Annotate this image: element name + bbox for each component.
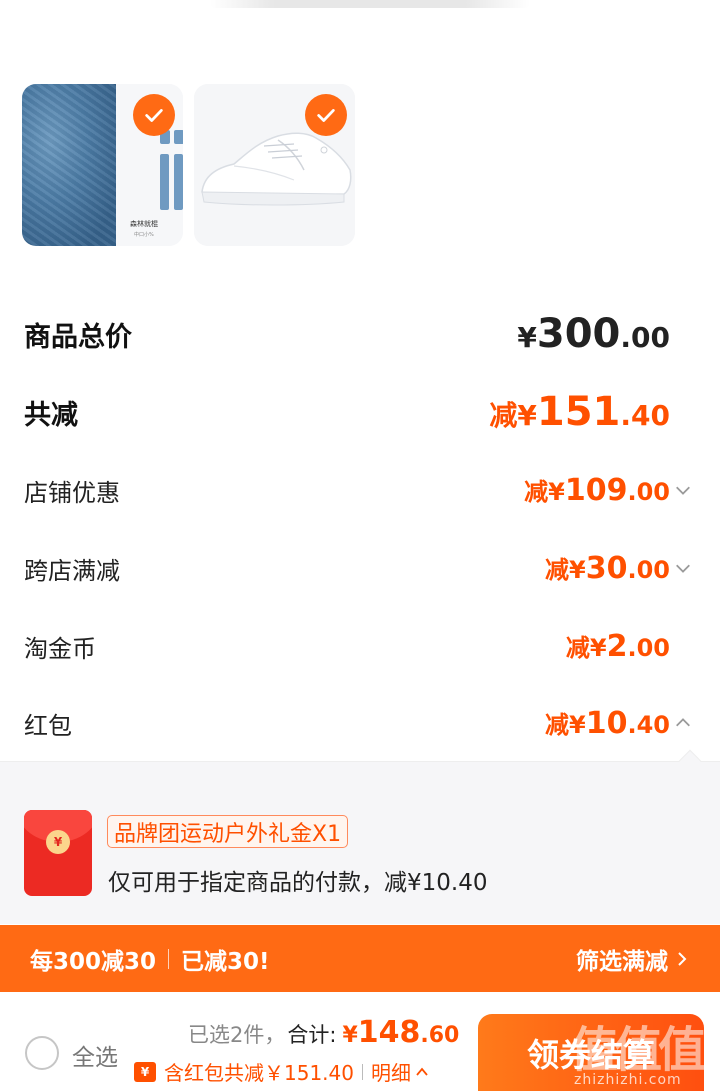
selected-check-icon[interactable] <box>305 94 347 136</box>
discount-text: 含红包共减￥151.40 <box>164 1061 354 1085</box>
taojinbi-value: 减¥2.00 <box>565 629 670 664</box>
total-price-value: ¥300.00 <box>517 311 670 357</box>
chevron-right-icon <box>678 951 687 966</box>
shop-discount-value: 减¥109.00 <box>524 473 670 508</box>
taojinbi-label: 淘金币 <box>24 634 96 663</box>
promo-status: 已减30! <box>181 948 270 975</box>
discount-summary: ¥ 含红包共减￥151.40 明细 <box>134 1057 429 1086</box>
coupon-icon: ¥ <box>134 1061 156 1082</box>
checkout-button[interactable]: 领券结算 <box>478 1014 704 1091</box>
hongbao-value: 减¥10.40 <box>545 706 670 741</box>
hongbao-detail-panel: ¥ 品牌团运动户外礼金X1 仅可用于指定商品的付款，减¥10.40 <box>0 749 720 924</box>
row-total-price: 商品总价 ¥300.00 <box>24 311 696 357</box>
total-label: 合计: <box>287 1023 337 1047</box>
selected-count: 已选2件， <box>188 1023 286 1047</box>
red-packet-icon: ¥ <box>24 810 92 896</box>
total-reduce-value: 减¥151.40 <box>489 389 670 435</box>
product-thumb-jeans[interactable]: 森林就棍 中口小% <box>22 84 183 246</box>
shop-discount-label: 店铺优惠 <box>24 478 120 507</box>
chevron-up-icon[interactable] <box>670 710 696 736</box>
order-summary: 已选2件， 合计: ¥148.60 <box>188 1015 459 1050</box>
row-shop-discount[interactable]: 店铺优惠 减¥109.00 <box>24 470 696 510</box>
product-subcaption: 中口小% <box>134 232 154 238</box>
cross-discount-label: 跨店满减 <box>24 556 120 585</box>
total-reduce-label: 共减 <box>24 399 78 431</box>
hongbao-description: 仅可用于指定商品的付款，减¥10.40 <box>108 870 488 896</box>
denim-fabric-image <box>22 84 116 246</box>
row-total-reduce: 共减 减¥151.40 <box>24 389 696 435</box>
hongbao-tag: 品牌团运动户外礼金X1 <box>107 815 349 848</box>
promo-banner: 每300减30 已减30! 筛选满减 <box>0 925 720 992</box>
selected-check-icon[interactable] <box>133 94 175 136</box>
product-caption: 森林就棍 <box>130 220 158 228</box>
detail-toggle[interactable]: 明细 <box>371 1057 429 1086</box>
top-strip <box>0 0 720 20</box>
select-all-radio[interactable] <box>25 1036 59 1070</box>
row-hongbao[interactable]: 红包 减¥10.40 <box>24 703 696 743</box>
selected-products: 森林就棍 中口小% <box>22 84 355 246</box>
promo-rule: 每300减30 <box>30 948 157 975</box>
row-cross-discount[interactable]: 跨店满减 减¥30.00 <box>24 548 696 588</box>
chevron-down-icon[interactable] <box>670 477 696 503</box>
filter-discount-link[interactable]: 筛选满减 <box>576 942 690 976</box>
chevron-up-icon <box>416 1067 428 1076</box>
total-amount: ¥148.60 <box>342 1015 460 1050</box>
row-taojinbi: 淘金币 减¥2.00 <box>24 626 696 666</box>
hongbao-label: 红包 <box>24 711 72 740</box>
cross-discount-value: 减¥30.00 <box>545 551 670 586</box>
select-all-label[interactable]: 全选 <box>72 1038 118 1072</box>
total-price-label: 商品总价 <box>24 321 132 353</box>
product-thumb-sneaker[interactable] <box>194 84 355 246</box>
chevron-down-icon[interactable] <box>670 555 696 581</box>
